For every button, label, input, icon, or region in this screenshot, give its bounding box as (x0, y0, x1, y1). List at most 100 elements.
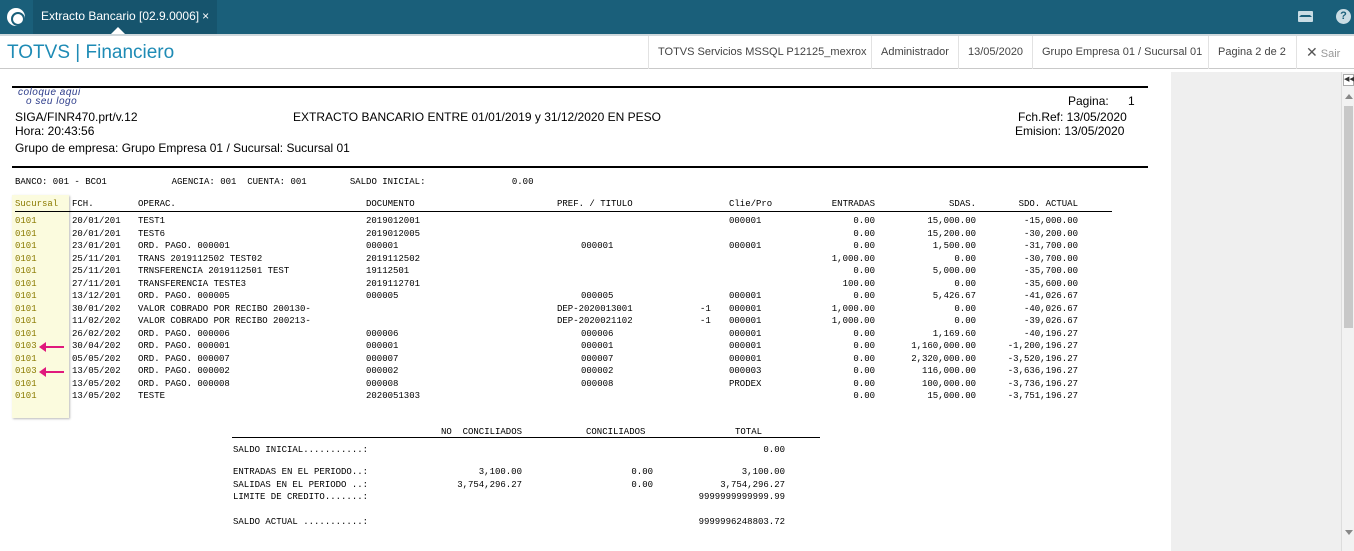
table-cell-doc: 2019012005 (366, 229, 421, 239)
table-cell-op: ORD. PAGO. 000001 (138, 341, 230, 351)
table-header-rule (15, 211, 1112, 212)
table-cell-pref: 000008 (581, 379, 614, 389)
column-header: Sucursal (15, 199, 59, 209)
company-logo-placeholder: coloque aqui o seu logo (18, 88, 81, 107)
page-label: Pagina: (1068, 94, 1109, 108)
table-cell-sal: 0.00 (954, 279, 976, 289)
table-cell-ent: 0.00 (853, 391, 875, 401)
table-cell-cli: 000003 (729, 366, 762, 376)
table-cell-sdo: -30,200.00 (1023, 229, 1078, 239)
table-cell-suc: 0101 (15, 291, 37, 301)
table-cell-suc: 0101 (15, 316, 37, 326)
table-cell-tit: -1 (700, 316, 711, 326)
table-cell-suc: 0101 (15, 354, 37, 364)
table-cell-cli: 000001 (729, 316, 762, 326)
exit-button[interactable]: ✕ Sair (1296, 36, 1349, 69)
page-number: 1 (1128, 94, 1135, 108)
table-cell-suc: 0101 (15, 241, 37, 251)
close-tab-icon[interactable]: × (202, 9, 209, 23)
table-cell-op: TESTE (138, 391, 166, 401)
table-cell-ent: 0.00 (853, 354, 875, 364)
logo-text-2: o seu logo (26, 96, 78, 107)
table-cell-sal: 0.00 (954, 316, 976, 326)
table-cell-sdo: -15,000.00 (1023, 216, 1078, 226)
table-cell-pref: DEP-2020021102 (557, 316, 633, 326)
summary-total: 3,100.00 (741, 467, 785, 477)
viewer-side-panel (1171, 72, 1341, 551)
table-cell-sdo: -35,700.00 (1023, 266, 1078, 276)
table-cell-ent: 1,000.00 (831, 316, 875, 326)
tab-extracto-bancario[interactable]: Extracto Bancario [02.9.0006] × (33, 0, 218, 34)
table-cell-op: VALOR COBRADO POR RECIBO 200130- (138, 304, 311, 314)
summary-not-reconciled: 3,754,296.27 (457, 480, 522, 490)
table-cell-sdo: -31,700.00 (1023, 241, 1078, 251)
table-cell-doc: 000006 (366, 329, 399, 339)
table-cell-sdo: -39,026.67 (1023, 316, 1078, 326)
table-cell-fch: 30/01/202 (72, 304, 121, 314)
table-cell-suc: 0101 (15, 379, 37, 389)
table-cell-cli: 000001 (729, 329, 762, 339)
table-cell-tit: -1 (700, 304, 711, 314)
totvs-logo-icon[interactable] (7, 8, 25, 26)
summary-total: 9999996248803.72 (698, 517, 785, 527)
table-cell-ent: 0.00 (853, 229, 875, 239)
table-cell-op: ORD. PAGO. 000002 (138, 366, 230, 376)
column-header: SDO. ACTUAL (1018, 199, 1078, 209)
summary-label: ENTRADAS EN EL PERIODO..: (233, 467, 369, 477)
table-cell-sal: 100,000.00 (921, 379, 976, 389)
table-cell-doc: 19112501 (366, 266, 410, 276)
table-cell-fch: 13/12/201 (72, 291, 121, 301)
collapse-panel-button[interactable]: ◀◀ (1343, 74, 1354, 86)
table-cell-suc: 0103 (15, 341, 37, 351)
table-cell-ent: 0.00 (853, 366, 875, 376)
table-cell-pref: DEP-2020013001 (557, 304, 633, 314)
table-cell-doc: 000005 (366, 291, 399, 301)
summary-label: SALDO ACTUAL ...........: (233, 517, 369, 527)
column-header: Clie/Pro (729, 199, 773, 209)
table-cell-sdo: -41,026.67 (1023, 291, 1078, 301)
table-cell-suc: 0101 (15, 254, 37, 264)
table-cell-sdo: -30,700.00 (1023, 254, 1078, 264)
table-cell-sdo: -3,751,196.27 (1007, 391, 1078, 401)
mail-icon[interactable] (1298, 11, 1313, 22)
table-cell-ent: 0.00 (853, 216, 875, 226)
summary-total: 0.00 (763, 445, 785, 455)
table-cell-fch: 13/05/202 (72, 366, 121, 376)
table-cell-op: TRANSFERENCIA TESTE3 (138, 279, 247, 289)
table-cell-doc: 000008 (366, 379, 399, 389)
table-cell-sal: 0.00 (954, 304, 976, 314)
exit-label: Sair (1320, 48, 1341, 60)
summary-label: SALDO INICIAL...........: (233, 445, 369, 455)
column-header: PREF. / TITULO (557, 199, 633, 209)
table-cell-doc: 2019112502 (366, 254, 421, 264)
scroll-up-icon[interactable] (1345, 94, 1353, 99)
table-cell-sal: 5,426.67 (932, 291, 976, 301)
table-cell-sdo: -40,196.27 (1023, 329, 1078, 339)
annotation-arrow-2 (39, 367, 64, 377)
table-cell-suc: 0101 (15, 216, 37, 226)
table-cell-sdo: -3,736,196.27 (1007, 379, 1078, 389)
table-cell-sal: 1,160,000.00 (911, 341, 976, 351)
user-info: Administrador (871, 36, 958, 69)
table-cell-cli: 000001 (729, 241, 762, 251)
summary-column-header: CONCILIADOS (586, 427, 646, 437)
table-cell-cli: 000001 (729, 341, 762, 351)
scroll-thumb[interactable] (1344, 106, 1353, 328)
date-info: 13/05/2020 (958, 36, 1032, 69)
table-cell-ent: 1,000.00 (831, 254, 875, 264)
summary-column-header: TOTAL (735, 427, 763, 437)
table-cell-ent: 100.00 (842, 279, 875, 289)
help-icon[interactable]: ? (1336, 9, 1351, 24)
table-cell-cli: 000001 (729, 354, 762, 364)
column-header: FCH. (72, 199, 94, 209)
table-cell-sdo: -3,636,196.27 (1007, 366, 1078, 376)
table-cell-sal: 1,500.00 (932, 241, 976, 251)
table-cell-ent: 0.00 (853, 379, 875, 389)
vertical-scrollbar[interactable]: ◀◀ (1341, 72, 1354, 551)
table-cell-sal: 1,169.60 (932, 329, 976, 339)
scroll-down-icon[interactable] (1345, 530, 1353, 535)
table-cell-fch: 25/11/201 (72, 254, 121, 264)
table-cell-sal: 0.00 (954, 254, 976, 264)
column-header: SDAS. (948, 199, 976, 209)
table-cell-suc: 0101 (15, 329, 37, 339)
